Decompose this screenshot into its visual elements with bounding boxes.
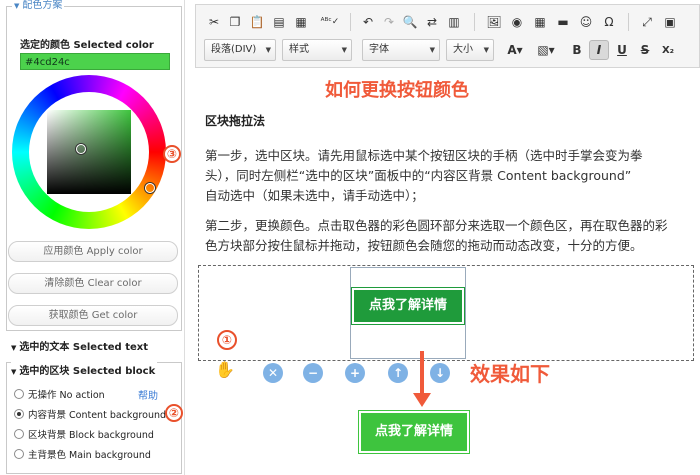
- color-saturation-square[interactable]: [47, 110, 131, 194]
- chevron-down-icon: ▼: [265, 46, 271, 54]
- subscript-button[interactable]: X₂: [658, 40, 678, 60]
- app-root: ▼ 配色方案 选定的颜色 Selected color #4cd24c ③ 应用颜…: [0, 0, 700, 475]
- option-block-background[interactable]: 区块背景 Block background: [14, 427, 154, 441]
- step2-line-2: 色方块部分按住鼠标并拖动，按钮颜色会随您的拖动而动态改变，十分的方便。: [205, 238, 643, 253]
- selected-block-section[interactable]: ▼ 选中的区块 Selected block: [11, 362, 158, 377]
- flash-icon[interactable]: ◉: [507, 12, 527, 32]
- step1-line-3: 自动选中（如果未选中，请手动选中）；: [205, 188, 424, 203]
- bg-color-icon[interactable]: ▧▾: [533, 40, 559, 60]
- paste-text-icon[interactable]: ▤: [269, 12, 289, 32]
- arrow-down-icon: [413, 393, 431, 407]
- toolbar-separator: [350, 13, 351, 31]
- collapse-triangle-icon[interactable]: ▼: [14, 2, 19, 10]
- paste-icon[interactable]: 📋: [247, 12, 267, 32]
- cta-button-after[interactable]: 点我了解详情: [359, 411, 469, 453]
- selected-color-input[interactable]: #4cd24c: [20, 53, 170, 70]
- help-link[interactable]: 帮助: [138, 387, 158, 402]
- editor: ✂ ❐ 📋 ▤ ▦ ᴬᴮᶜ✓ ↶ ↷ 🔍 ⇄ ▥ 🖼 ◉ ▦ ▬ ☺ Ω ⤢ ▣…: [195, 4, 700, 475]
- square-picker-marker[interactable]: [76, 144, 86, 154]
- size-dropdown[interactable]: 大小 ▼: [446, 39, 494, 61]
- callout-1: ①: [217, 330, 237, 350]
- horizontal-line-icon[interactable]: ▬: [553, 12, 573, 32]
- section-heading: 区块拖拉法: [205, 114, 266, 128]
- font-dropdown[interactable]: 字体 ▼: [362, 39, 440, 61]
- selected-color-label: 选定的颜色 Selected color: [20, 40, 154, 51]
- move-down-icon[interactable]: ↓: [430, 363, 450, 383]
- smiley-icon[interactable]: ☺: [576, 12, 596, 32]
- hand-grab-icon[interactable]: ✋: [215, 360, 235, 379]
- toolbar-separator: [474, 13, 475, 31]
- radio-button[interactable]: [14, 389, 24, 399]
- close-icon[interactable]: ✕: [263, 363, 283, 383]
- color-scheme-legend: ▼ 配色方案: [12, 0, 65, 12]
- radio-button[interactable]: [14, 429, 24, 439]
- strikethrough-button[interactable]: S: [635, 40, 655, 60]
- editor-toolbar: ✂ ❐ 📋 ▤ ▦ ᴬᴮᶜ✓ ↶ ↷ 🔍 ⇄ ▥ 🖼 ◉ ▦ ▬ ☺ Ω ⤢ ▣…: [195, 4, 700, 68]
- replace-icon[interactable]: ⇄: [422, 12, 442, 32]
- option-no-action[interactable]: 无操作 No action: [14, 387, 105, 401]
- step1-line-2: 头），同时左侧栏“选中的区块”面板中的“内容区背景 Content backgr…: [205, 168, 632, 183]
- select-all-icon[interactable]: ▥: [444, 12, 464, 32]
- spellcheck-icon[interactable]: ᴬᴮᶜ✓: [317, 12, 343, 32]
- clear-color-button[interactable]: 清除颜色 Clear color: [8, 273, 178, 294]
- maximize-icon[interactable]: ⤢: [637, 12, 657, 32]
- page-title: 如何更换按钮颜色: [325, 80, 469, 101]
- apply-color-button[interactable]: 应用颜色 Apply color: [8, 241, 178, 262]
- radio-button[interactable]: [14, 449, 24, 459]
- chevron-down-icon: ▼: [429, 46, 435, 54]
- italic-button[interactable]: I: [589, 40, 609, 60]
- selected-text-section[interactable]: ▼ 选中的文本 Selected text: [11, 338, 148, 353]
- radio-button-checked[interactable]: [14, 409, 24, 419]
- minus-icon[interactable]: −: [303, 363, 323, 383]
- plus-icon[interactable]: +: [345, 363, 365, 383]
- chevron-down-icon: ▼: [483, 46, 489, 54]
- effect-label: 效果如下: [470, 362, 550, 386]
- find-icon[interactable]: 🔍: [400, 12, 420, 32]
- table-icon[interactable]: ▦: [530, 12, 550, 32]
- text-color-icon[interactable]: A▾: [502, 40, 528, 60]
- cut-icon[interactable]: ✂: [204, 12, 224, 32]
- paste-word-icon[interactable]: ▦: [291, 12, 311, 32]
- callout-2: ②: [165, 404, 183, 422]
- wheel-picker-marker[interactable]: [145, 183, 155, 193]
- move-up-icon[interactable]: ↑: [388, 363, 408, 383]
- callout-3: ③: [163, 145, 181, 163]
- bold-button[interactable]: B: [567, 40, 587, 60]
- image-icon[interactable]: 🖼: [484, 12, 504, 32]
- toolbar-separator: [628, 13, 629, 31]
- arrow-shaft: [420, 351, 424, 395]
- copy-icon[interactable]: ❐: [225, 12, 245, 32]
- redo-icon[interactable]: ↷: [379, 12, 399, 32]
- chevron-down-icon: ▼: [341, 46, 347, 54]
- show-blocks-icon[interactable]: ▣: [660, 12, 680, 32]
- cta-button-before[interactable]: 点我了解详情: [352, 288, 464, 324]
- special-char-icon[interactable]: Ω: [599, 12, 619, 32]
- styles-dropdown[interactable]: 样式 ▼: [282, 39, 352, 61]
- get-color-button[interactable]: 获取颜色 Get color: [8, 305, 178, 326]
- document-area[interactable]: 如何更换按钮颜色 区块拖拉法 第一步，选中区块。请先用鼠标选中某个按钮区块的手柄…: [195, 68, 700, 475]
- step1-line-1: 第一步，选中区块。请先用鼠标选中某个按钮区块的手柄（选中时手掌会变为拳: [205, 148, 643, 163]
- color-sidebar: ▼ 配色方案 选定的颜色 Selected color #4cd24c ③ 应用颜…: [0, 0, 185, 475]
- step2-line-1: 第二步，更换颜色。点击取色器的彩色圆环部分来选取一个颜色区，再在取色器的彩: [205, 218, 668, 233]
- paragraph-format-dropdown[interactable]: 段落(DIV) ▼: [204, 39, 276, 61]
- underline-button[interactable]: U: [612, 40, 632, 60]
- expand-triangle-icon: ▼: [11, 344, 17, 352]
- undo-icon[interactable]: ↶: [358, 12, 378, 32]
- option-main-background[interactable]: 主背景色 Main background: [14, 447, 151, 461]
- option-content-background[interactable]: 内容背景 Content background: [14, 407, 166, 421]
- collapse-triangle-icon: ▼: [11, 368, 17, 376]
